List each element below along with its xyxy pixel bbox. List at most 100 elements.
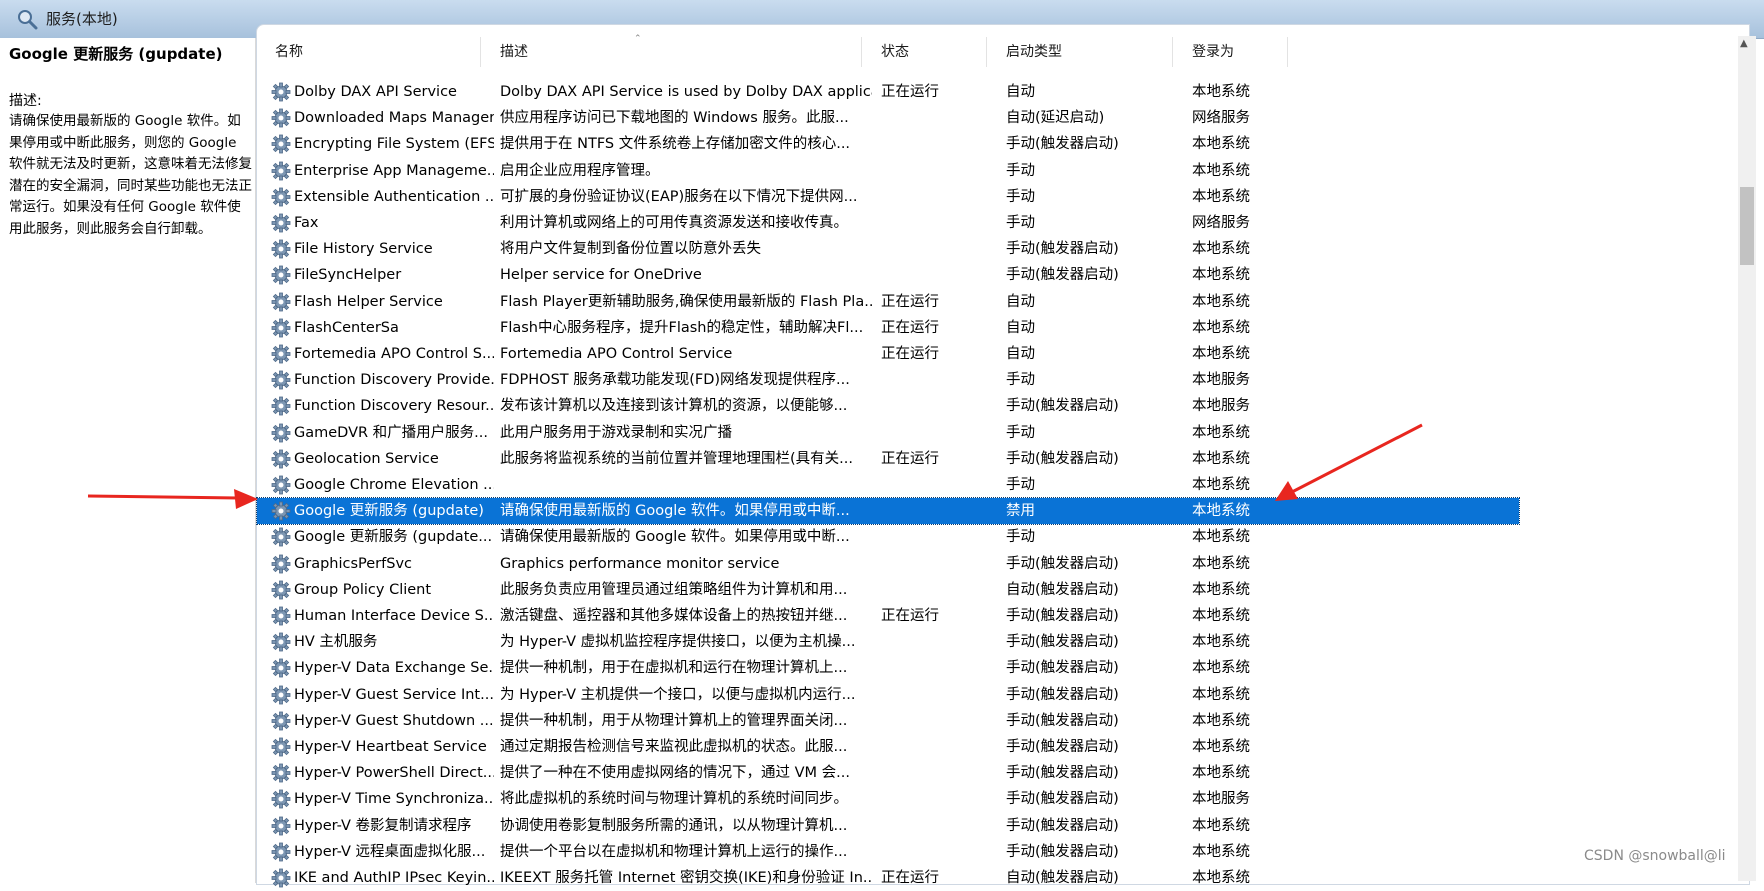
service-name: Geolocation Service [294, 450, 439, 467]
table-row[interactable]: GameDVR 和广播用户服务... 此用户服务用于游戏录制和实况广播 手动 本地系统 [257, 420, 1519, 446]
service-startup-type: 手动(触发器启动) [1006, 634, 1119, 651]
table-row[interactable]: Hyper-V Time Synchroniza... 将此虚拟机的系统时间与物理… [257, 786, 1519, 812]
service-startup-type: 自动(延迟启动) [1006, 110, 1105, 127]
service-name: Function Discovery Provide... [294, 372, 494, 389]
service-startup-type: 手动(触发器启动) [1006, 817, 1119, 834]
service-status: 正在运行 [881, 293, 939, 310]
service-logon-as: 本地系统 [1192, 660, 1250, 677]
table-row[interactable]: Fortemedia APO Control S... Fortemedia AP… [257, 341, 1519, 367]
service-startup-type: 手动(触发器启动) [1006, 843, 1119, 860]
table-row[interactable]: Human Interface Device S... 激活键盘、遥控器和其他多媒… [257, 603, 1519, 629]
service-startup-type: 手动 [1006, 529, 1035, 546]
service-description: 提供一种机制，用于从物理计算机上的管理界面关闭... [500, 712, 848, 729]
table-row[interactable]: Dolby DAX API Service Dolby DAX API Servi… [257, 79, 1519, 105]
services-list: 名称 ⌃ 描述 状态 启动类型 登录为 Dolby DAX API Servic… [256, 24, 1750, 888]
service-name: HV 主机服务 [294, 634, 378, 651]
table-row[interactable]: Geolocation Service 此服务将监视系统的当前位置并管理地理围栏(… [257, 446, 1519, 472]
service-logon-as: 本地系统 [1192, 870, 1250, 886]
gear-icon [271, 344, 291, 364]
description-label: 描述: [9, 93, 42, 109]
service-description: 此用户服务用于游戏录制和实况广播 [500, 424, 732, 441]
service-logon-as: 本地系统 [1192, 503, 1250, 520]
table-row[interactable]: Hyper-V Heartbeat Service 通过定期报告检测信号来监视此虚… [257, 734, 1519, 760]
table-row[interactable]: Hyper-V Guest Shutdown ... 提供一种机制，用于从物理计算… [257, 708, 1519, 734]
service-name: GameDVR 和广播用户服务... [294, 424, 489, 441]
table-row[interactable]: Function Discovery Resour... 发布该计算机以及连接到该… [257, 393, 1519, 419]
scroll-up-arrow-icon[interactable]: ▲ [1740, 38, 1748, 49]
gear-icon [271, 685, 291, 705]
table-row[interactable]: Hyper-V 卷影复制请求程序 协调使用卷影复制服务所需的通讯，以从物理计算机.… [257, 813, 1519, 839]
table-row[interactable]: Enterprise App Manageme... 启用企业应用程序管理。 手动 本… [257, 158, 1519, 184]
table-row[interactable]: IKE and AuthIP IPsec Keyin... IKEEXT 服务托管… [257, 865, 1519, 891]
scrollbar-thumb[interactable] [1740, 187, 1754, 265]
service-logon-as: 本地系统 [1192, 450, 1250, 467]
service-description: 可扩展的身份验证协议(EAP)服务在以下情况下提供网... [500, 188, 858, 205]
service-startup-type: 手动(触发器启动) [1006, 765, 1119, 782]
gear-icon [271, 423, 291, 443]
table-row[interactable]: GraphicsPerfSvc Graphics performance moni… [257, 551, 1519, 577]
gear-icon [271, 213, 291, 233]
table-row[interactable]: Google 更新服务 (gupdate) 请确保使用最新版的 Google 软件… [256, 497, 1520, 526]
table-row[interactable]: Hyper-V PowerShell Direct... 提供了一种在不使用虚拟网… [257, 760, 1519, 786]
table-row[interactable]: Google 更新服务 (gupdate... 请确保使用最新版的 Google … [257, 524, 1519, 550]
table-row[interactable]: Google Chrome Elevation ... 手动 本地系统 [257, 472, 1519, 498]
table-row[interactable]: Encrypting File System (EFS) 提供用于在 NTFS 文… [257, 131, 1519, 157]
table-row[interactable]: HV 主机服务 为 Hyper-V 虚拟机监控程序提供接口，以便为主机操... 手动… [257, 629, 1519, 655]
service-logon-as: 本地服务 [1192, 372, 1250, 389]
service-name: Hyper-V 卷影复制请求程序 [294, 817, 472, 834]
column-header-status[interactable]: 状态 [862, 37, 987, 67]
service-name: Downloaded Maps Manager [294, 110, 494, 127]
service-startup-type: 手动(触发器启动) [1006, 136, 1119, 153]
service-status: 正在运行 [881, 319, 939, 336]
service-status: 正在运行 [881, 870, 939, 886]
service-logon-as: 本地系统 [1192, 293, 1250, 310]
service-status: 正在运行 [881, 608, 939, 624]
service-logon-as: 本地系统 [1192, 346, 1250, 362]
table-row[interactable]: Hyper-V Guest Service Int... 为 Hyper-V 主机… [257, 682, 1519, 708]
table-row[interactable]: FileSyncHelper Helper service for OneDriv… [257, 262, 1519, 288]
service-description: FDPHOST 服务承载功能发现(FD)网络发现提供程序... [500, 372, 850, 389]
service-logon-as: 本地系统 [1192, 267, 1250, 284]
service-startup-type: 自动 [1006, 346, 1035, 362]
table-row[interactable]: Downloaded Maps Manager 供应用程序访问已下载地图的 Win… [257, 105, 1519, 131]
gear-icon [271, 265, 291, 285]
column-header-startup-type[interactable]: 启动类型 [987, 37, 1173, 67]
column-header-name[interactable]: 名称 [257, 37, 481, 67]
service-startup-type: 手动 [1006, 372, 1035, 389]
service-name: Google Chrome Elevation ... [294, 477, 494, 493]
table-row[interactable]: Extensible Authentication ... 可扩展的身份验证协议(… [257, 184, 1519, 210]
service-description: 发布该计算机以及连接到该计算机的资源，以便能够... [500, 398, 848, 415]
service-description: Fortemedia APO Control Service [500, 346, 733, 362]
service-description: 此服务将监视系统的当前位置并管理地理围栏(具有关... [500, 450, 853, 467]
table-row[interactable]: Hyper-V 远程桌面虚拟化服... 提供一个平台以在虚拟机和物理计算机上运行的… [257, 839, 1519, 865]
service-name: Google 更新服务 (gupdate... [294, 529, 493, 546]
service-startup-type: 手动(触发器启动) [1006, 450, 1119, 467]
column-header-logon-as[interactable]: 登录为 [1173, 37, 1288, 67]
service-startup-type: 手动(触发器启动) [1006, 739, 1119, 755]
service-name: Human Interface Device S... [294, 608, 494, 624]
service-description: 请确保使用最新版的 Google 软件。如果停用或中断... [500, 503, 850, 520]
service-name: FileSyncHelper [294, 267, 402, 284]
table-row[interactable]: FlashCenterSa Flash中心服务程序，提升Flash的稳定性，辅助解… [257, 315, 1519, 341]
gear-icon [271, 475, 291, 495]
gear-icon [271, 161, 291, 181]
service-startup-type: 手动(触发器启动) [1006, 241, 1119, 258]
column-header-description[interactable]: 描述 [481, 37, 862, 67]
table-row[interactable]: Flash Helper Service Flash Player更新辅助服务,确… [257, 289, 1519, 315]
table-row[interactable]: Hyper-V Data Exchange Se... 提供一种机制，用于在虚拟机… [257, 655, 1519, 681]
table-row[interactable]: Fax 利用计算机或网络上的可用传真资源发送和接收传真。 手动 网络服务 [257, 210, 1519, 236]
table-row[interactable]: Function Discovery Provide... FDPHOST 服务承… [257, 367, 1519, 393]
service-description: 请确保使用最新版的 Google 软件。如果停用或中断... [500, 529, 850, 546]
service-status: 正在运行 [881, 346, 939, 362]
service-name: Hyper-V PowerShell Direct... [294, 765, 494, 782]
service-startup-type: 手动 [1006, 477, 1035, 493]
service-startup-type: 手动 [1006, 215, 1035, 231]
table-row[interactable]: Group Policy Client 此服务负责应用管理员通过组策略组件为计算机… [257, 577, 1519, 603]
table-row[interactable]: File History Service 将用户文件复制到备份位置以防意外丢失 手动… [257, 236, 1519, 262]
service-startup-type: 手动 [1006, 424, 1035, 441]
service-startup-type: 手动(触发器启动) [1006, 686, 1119, 703]
vertical-scrollbar[interactable] [1738, 36, 1756, 881]
service-startup-type: 自动(触发器启动) [1006, 581, 1119, 598]
gear-icon [271, 554, 291, 574]
service-logon-as: 本地系统 [1192, 739, 1250, 755]
